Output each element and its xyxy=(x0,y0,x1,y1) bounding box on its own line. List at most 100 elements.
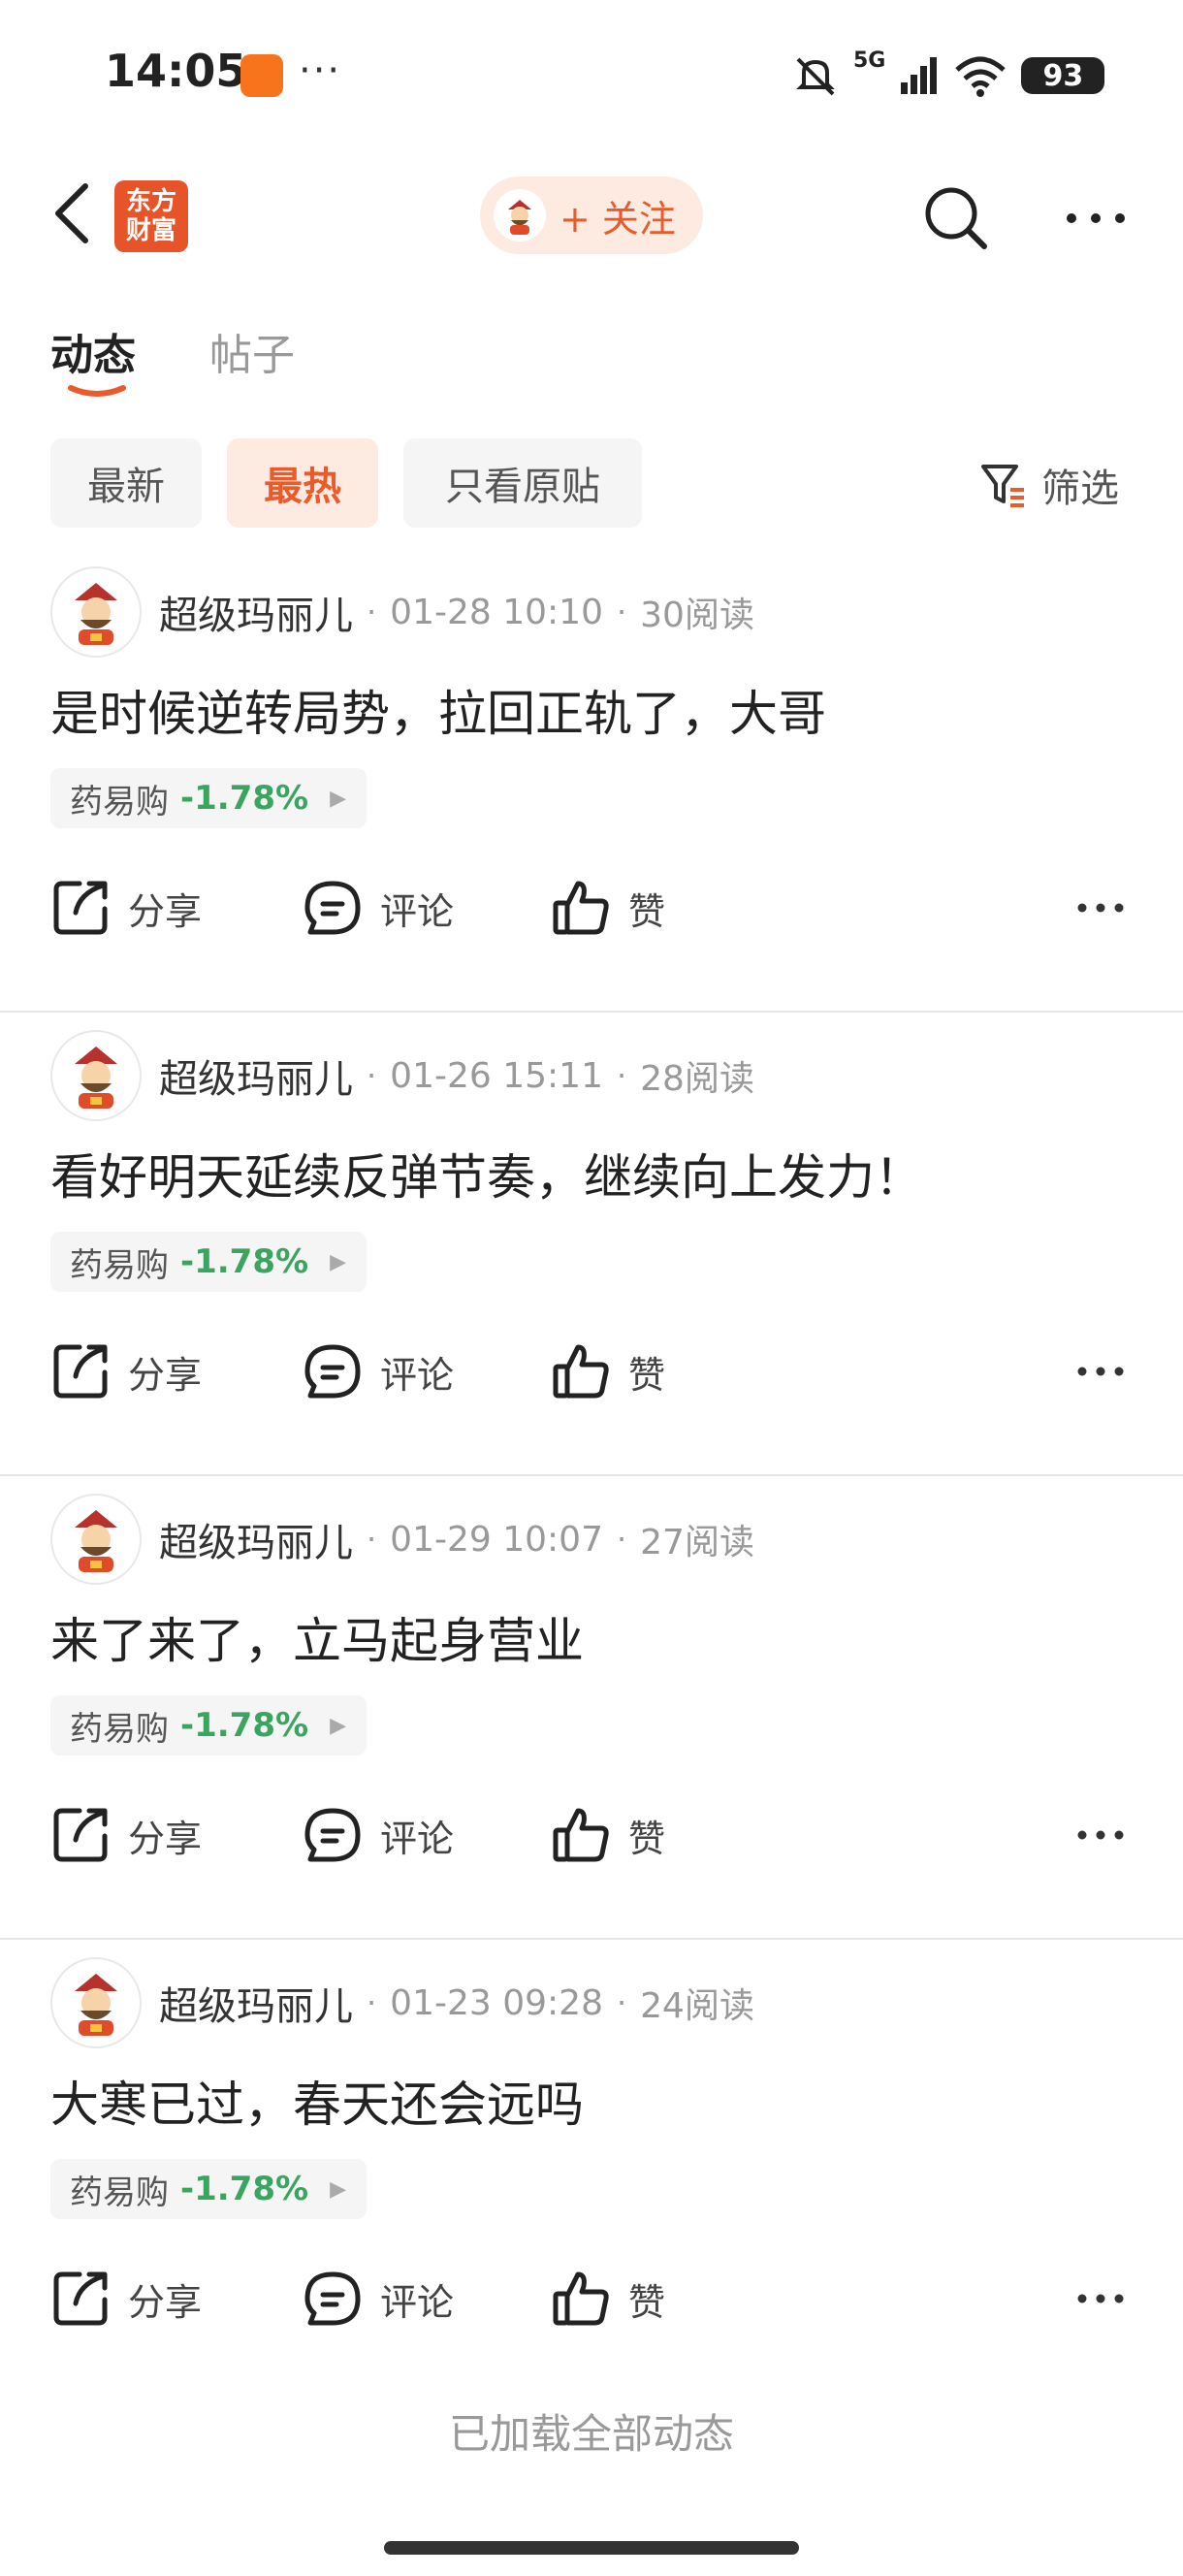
mute-bell-icon xyxy=(796,57,835,96)
post-more-button[interactable] xyxy=(1071,1350,1130,1393)
search-button[interactable] xyxy=(916,178,994,256)
stock-change: -1.78% xyxy=(180,779,309,818)
meta-separator: · xyxy=(367,594,377,630)
filter-chip-latest[interactable]: 最新 xyxy=(50,438,202,528)
share-button[interactable]: 分享 xyxy=(50,878,303,938)
network-type-label: 5G xyxy=(853,48,886,73)
stock-change: -1.78% xyxy=(180,2170,309,2208)
logo-text-line1: 东方 xyxy=(125,187,176,216)
more-dots-icon xyxy=(1077,2294,1124,2303)
more-options-button[interactable] xyxy=(1057,184,1135,252)
filter-funnel-icon xyxy=(981,465,1024,507)
post-more-button[interactable] xyxy=(1071,2277,1130,2320)
post-time: 01-23 09:28 xyxy=(390,1982,603,2023)
comment-label: 评论 xyxy=(380,889,455,933)
meta-separator: · xyxy=(616,1057,627,1094)
comment-label: 评论 xyxy=(380,1817,455,1860)
post-more-button[interactable] xyxy=(1071,1814,1130,1856)
thumbs-up-icon xyxy=(553,1344,609,1399)
share-label: 分享 xyxy=(128,1353,203,1397)
post-time: 01-26 15:11 xyxy=(390,1055,603,1096)
meta-separator: · xyxy=(616,1521,627,1558)
author-avatar-icon[interactable] xyxy=(50,566,142,658)
post-content[interactable]: 大寒已过，春天还会远吗 xyxy=(50,2066,584,2136)
like-label: 赞 xyxy=(628,2280,666,2324)
post-time: 01-29 10:07 xyxy=(390,1519,603,1560)
like-button[interactable]: 赞 xyxy=(551,2269,665,2329)
stock-name: 药易购 xyxy=(70,2173,169,2212)
system-status-icons: 5G 93 xyxy=(791,47,1105,105)
follow-button[interactable]: + 关注 xyxy=(480,177,703,254)
author-name[interactable]: 超级玛丽儿 xyxy=(159,1047,353,1104)
post-card[interactable]: 超级玛丽儿 · 01-29 10:07 · 27阅读 来了来了，立马起身营业 药… xyxy=(0,1476,1183,1940)
more-dots-icon xyxy=(1067,213,1125,223)
thumbs-up-icon xyxy=(553,2271,609,2326)
post-actions: 分享 评论 赞 xyxy=(50,2260,665,2337)
like-button[interactable]: 赞 xyxy=(551,1805,665,1865)
post-content[interactable]: 看好明天延续反弹节奏，继续向上发力！ xyxy=(50,1139,923,1208)
comment-button[interactable]: 评论 xyxy=(303,2269,551,2329)
share-icon xyxy=(53,1808,108,1862)
author-name[interactable]: 超级玛丽儿 xyxy=(159,1975,353,2031)
comment-button[interactable]: 评论 xyxy=(303,1341,551,1401)
meta-separator: · xyxy=(616,594,627,630)
comment-button[interactable]: 评论 xyxy=(303,1805,551,1865)
stock-tag[interactable]: 药易购 -1.78% ▶ xyxy=(50,1695,367,1755)
like-button[interactable]: 赞 xyxy=(551,878,665,938)
share-label: 分享 xyxy=(128,1817,203,1860)
share-button[interactable]: 分享 xyxy=(50,1805,303,1865)
author-avatar-icon[interactable] xyxy=(50,1030,142,1121)
share-button[interactable]: 分享 xyxy=(50,1341,303,1401)
play-arrow-icon: ▶ xyxy=(330,1713,346,1738)
play-arrow-icon: ▶ xyxy=(330,2176,346,2202)
stock-change: -1.78% xyxy=(180,1706,309,1745)
signal-icon xyxy=(901,57,938,94)
post-more-button[interactable] xyxy=(1071,886,1130,929)
filter-chip-hottest[interactable]: 最热 xyxy=(227,438,378,528)
post-card[interactable]: 超级玛丽儿 · 01-26 15:11 · 28阅读 看好明天延续反弹节奏，继续… xyxy=(0,1013,1183,1476)
author-avatar-icon[interactable] xyxy=(50,1957,142,2048)
status-more-indicator: ··· xyxy=(299,48,342,93)
comment-label: 评论 xyxy=(380,1353,455,1397)
meta-separator: · xyxy=(367,1057,377,1094)
more-dots-icon xyxy=(1077,903,1124,913)
filter-label: 筛选 xyxy=(1041,467,1119,511)
like-button[interactable]: 赞 xyxy=(551,1341,665,1401)
stock-name: 药易购 xyxy=(70,782,169,821)
like-label: 赞 xyxy=(628,1817,666,1860)
meta-separator: · xyxy=(367,1521,377,1558)
more-dots-icon xyxy=(1077,1830,1124,1840)
stock-tag[interactable]: 药易购 -1.78% ▶ xyxy=(50,1232,367,1292)
filter-button[interactable]: 筛选 xyxy=(979,446,1119,524)
back-button[interactable] xyxy=(43,175,101,252)
post-actions: 分享 评论 赞 xyxy=(50,1333,665,1410)
post-card[interactable]: 超级玛丽儿 · 01-28 10:10 · 30阅读 是时候逆转局势，拉回正轨了… xyxy=(0,549,1183,1013)
thumbs-up-icon xyxy=(553,881,609,935)
author-avatar-icon[interactable] xyxy=(50,1494,142,1585)
stock-tag[interactable]: 药易购 -1.78% ▶ xyxy=(50,768,367,828)
author-name[interactable]: 超级玛丽儿 xyxy=(159,584,353,640)
home-indicator[interactable] xyxy=(384,2541,799,2555)
meta-separator: · xyxy=(616,1984,627,2021)
share-icon xyxy=(53,2271,108,2326)
post-content[interactable]: 来了来了，立马起身营业 xyxy=(50,1602,584,1672)
post-meta: 超级玛丽儿 · 01-26 15:11 · 28阅读 xyxy=(159,1042,754,1110)
share-button[interactable]: 分享 xyxy=(50,2269,303,2329)
tab-dynamics[interactable]: 动态 xyxy=(50,320,136,382)
stock-tag[interactable]: 药易购 -1.78% ▶ xyxy=(50,2159,367,2219)
tab-posts[interactable]: 帖子 xyxy=(209,320,295,382)
post-content[interactable]: 是时候逆转局势，拉回正轨了，大哥 xyxy=(50,675,826,745)
share-label: 分享 xyxy=(128,2280,203,2324)
comment-button[interactable]: 评论 xyxy=(303,878,551,938)
battery-level: 93 xyxy=(1042,58,1084,93)
like-label: 赞 xyxy=(628,1353,666,1397)
more-dots-icon xyxy=(1077,1367,1124,1376)
filter-chip-original-only[interactable]: 只看原贴 xyxy=(403,438,642,528)
post-card[interactable]: 超级玛丽儿 · 01-23 09:28 · 24阅读 大寒已过，春天还会远吗 药… xyxy=(0,1940,1183,2403)
comment-icon xyxy=(304,1808,361,1862)
follow-label: + 关注 xyxy=(560,197,676,241)
author-name[interactable]: 超级玛丽儿 xyxy=(159,1511,353,1567)
logo-text-line2: 财富 xyxy=(125,216,176,245)
post-actions: 分享 评论 赞 xyxy=(50,1796,665,1874)
all-loaded-text: 已加载全部动态 xyxy=(448,2410,734,2458)
